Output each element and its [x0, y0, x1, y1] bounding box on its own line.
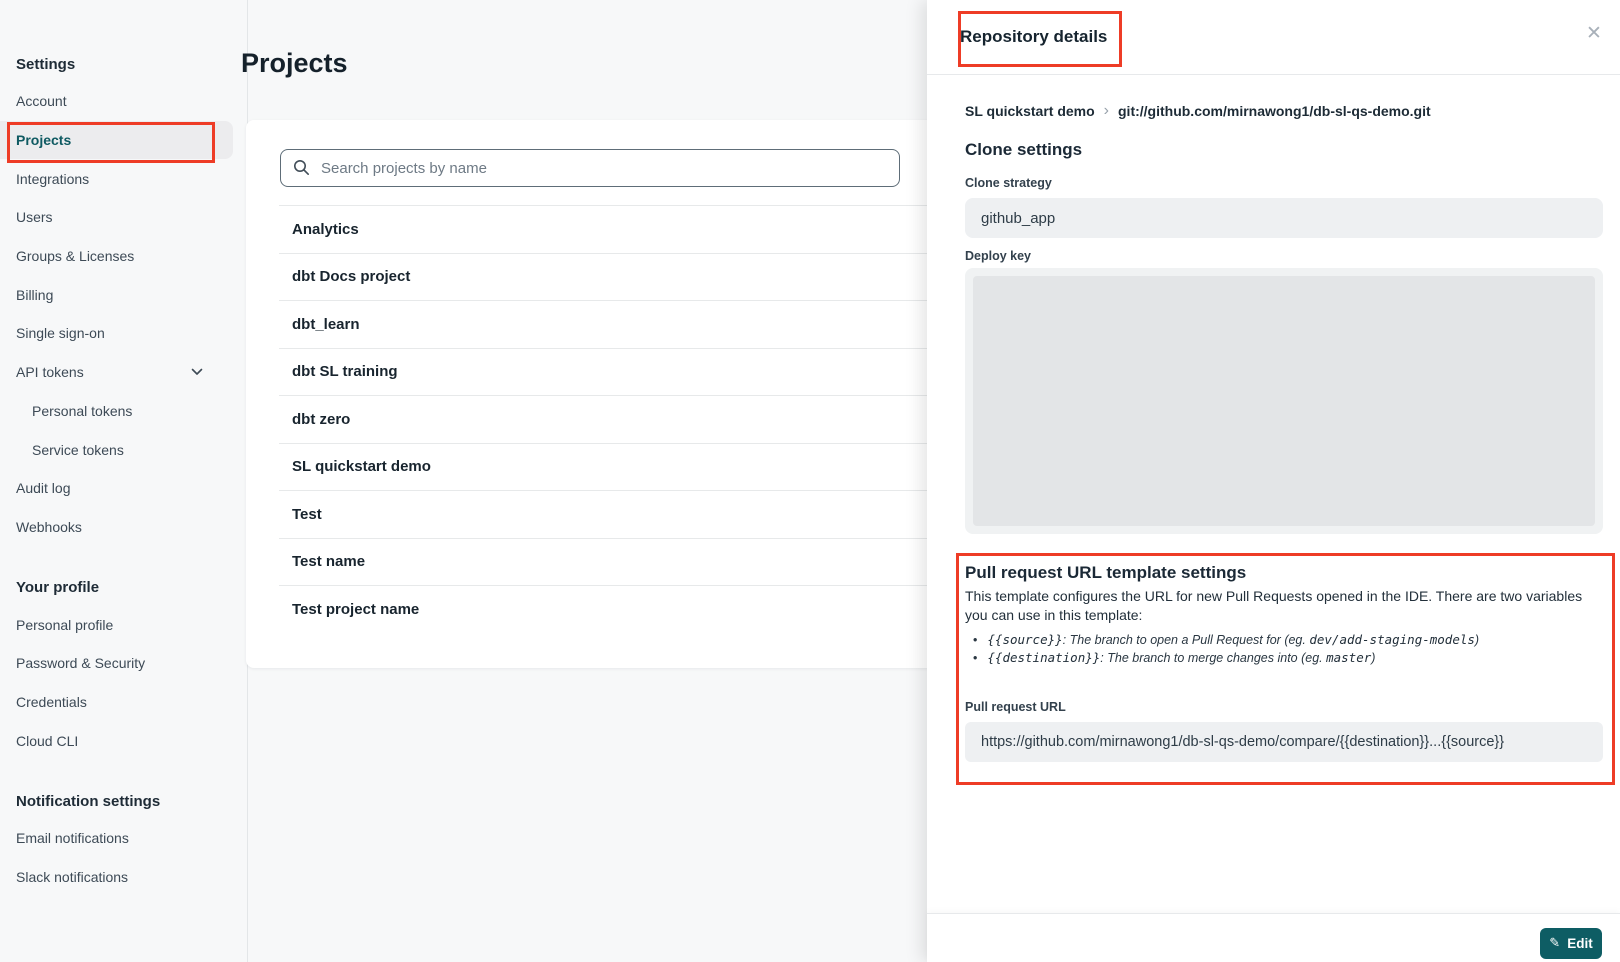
sidebar-heading-settings: Settings [0, 56, 247, 73]
chevron-down-icon [191, 368, 203, 376]
close-icon[interactable]: ✕ [1580, 19, 1608, 47]
deploy-key-field [965, 268, 1603, 534]
page-title: Projects [241, 48, 348, 78]
sidebar-item-credentials[interactable]: Credentials [0, 683, 247, 722]
search-icon [293, 159, 310, 176]
sidebar-item-personal-profile[interactable]: Personal profile [0, 605, 247, 644]
sidebar-item-api-tokens[interactable]: API tokens [0, 353, 247, 392]
sidebar-item-billing[interactable]: Billing [0, 275, 247, 314]
breadcrumb-repo-url: git://github.com/mirnawong1/db-sl-qs-dem… [1118, 103, 1431, 119]
repository-details-panel: Repository details ✕ SL quickstart demo … [927, 0, 1620, 962]
sidebar-item-slack-notifications[interactable]: Slack notifications [0, 858, 247, 897]
deploy-key-redacted-value [973, 276, 1595, 526]
settings-sidebar: Settings Account Projects Integrations U… [0, 0, 248, 962]
sidebar-item-integrations[interactable]: Integrations [0, 159, 247, 198]
sidebar-item-personal-tokens[interactable]: Personal tokens [0, 392, 247, 431]
sidebar-item-service-tokens[interactable]: Service tokens [0, 430, 247, 469]
sidebar-item-email-notifications[interactable]: Email notifications [0, 819, 247, 858]
panel-header: Repository details ✕ [927, 0, 1620, 75]
breadcrumb-separator-icon: › [1104, 104, 1109, 118]
bullet-icon: • [973, 633, 977, 647]
sidebar-item-password-security[interactable]: Password & Security [0, 644, 247, 683]
pr-template-description: This template configures the URL for new… [965, 587, 1603, 625]
sidebar-item-cloud-cli[interactable]: Cloud CLI [0, 721, 247, 760]
sidebar-item-users[interactable]: Users [0, 198, 247, 237]
bullet-icon: • [973, 651, 977, 665]
deploy-key-label: Deploy key [965, 249, 1603, 263]
panel-title: Repository details [960, 27, 1107, 47]
sidebar-item-groups-licenses[interactable]: Groups & Licenses [0, 237, 247, 276]
pr-template-variables-list: •{{source}}: The branch to open a Pull R… [965, 631, 1603, 667]
clone-strategy-value: github_app [965, 198, 1603, 238]
sidebar-item-projects[interactable]: Projects [0, 121, 233, 160]
sidebar-heading-notification-settings: Notification settings [0, 793, 247, 810]
breadcrumb-project: SL quickstart demo [965, 103, 1095, 119]
panel-footer: ✎ Edit [927, 913, 1620, 962]
list-item: •{{destination}}: The branch to merge ch… [965, 649, 1603, 667]
pull-request-url-label: Pull request URL [965, 700, 1603, 714]
pr-template-heading: Pull request URL template settings [965, 563, 1603, 583]
sidebar-item-single-sign-on[interactable]: Single sign-on [0, 314, 247, 353]
clone-strategy-label: Clone strategy [965, 176, 1603, 190]
pencil-icon: ✎ [1549, 937, 1560, 950]
search-input[interactable] [280, 149, 900, 187]
list-item: •{{source}}: The branch to open a Pull R… [965, 631, 1603, 649]
pull-request-url-value: https://github.com/mirnawong1/db-sl-qs-d… [965, 722, 1603, 762]
clone-settings-heading: Clone settings [965, 140, 1603, 160]
edit-button[interactable]: ✎ Edit [1540, 928, 1602, 959]
sidebar-item-audit-log[interactable]: Audit log [0, 469, 247, 508]
sidebar-item-webhooks[interactable]: Webhooks [0, 508, 247, 547]
sidebar-item-account[interactable]: Account [0, 82, 247, 121]
breadcrumb: SL quickstart demo › git://github.com/mi… [965, 103, 1603, 119]
sidebar-heading-your-profile: Your profile [0, 579, 247, 596]
